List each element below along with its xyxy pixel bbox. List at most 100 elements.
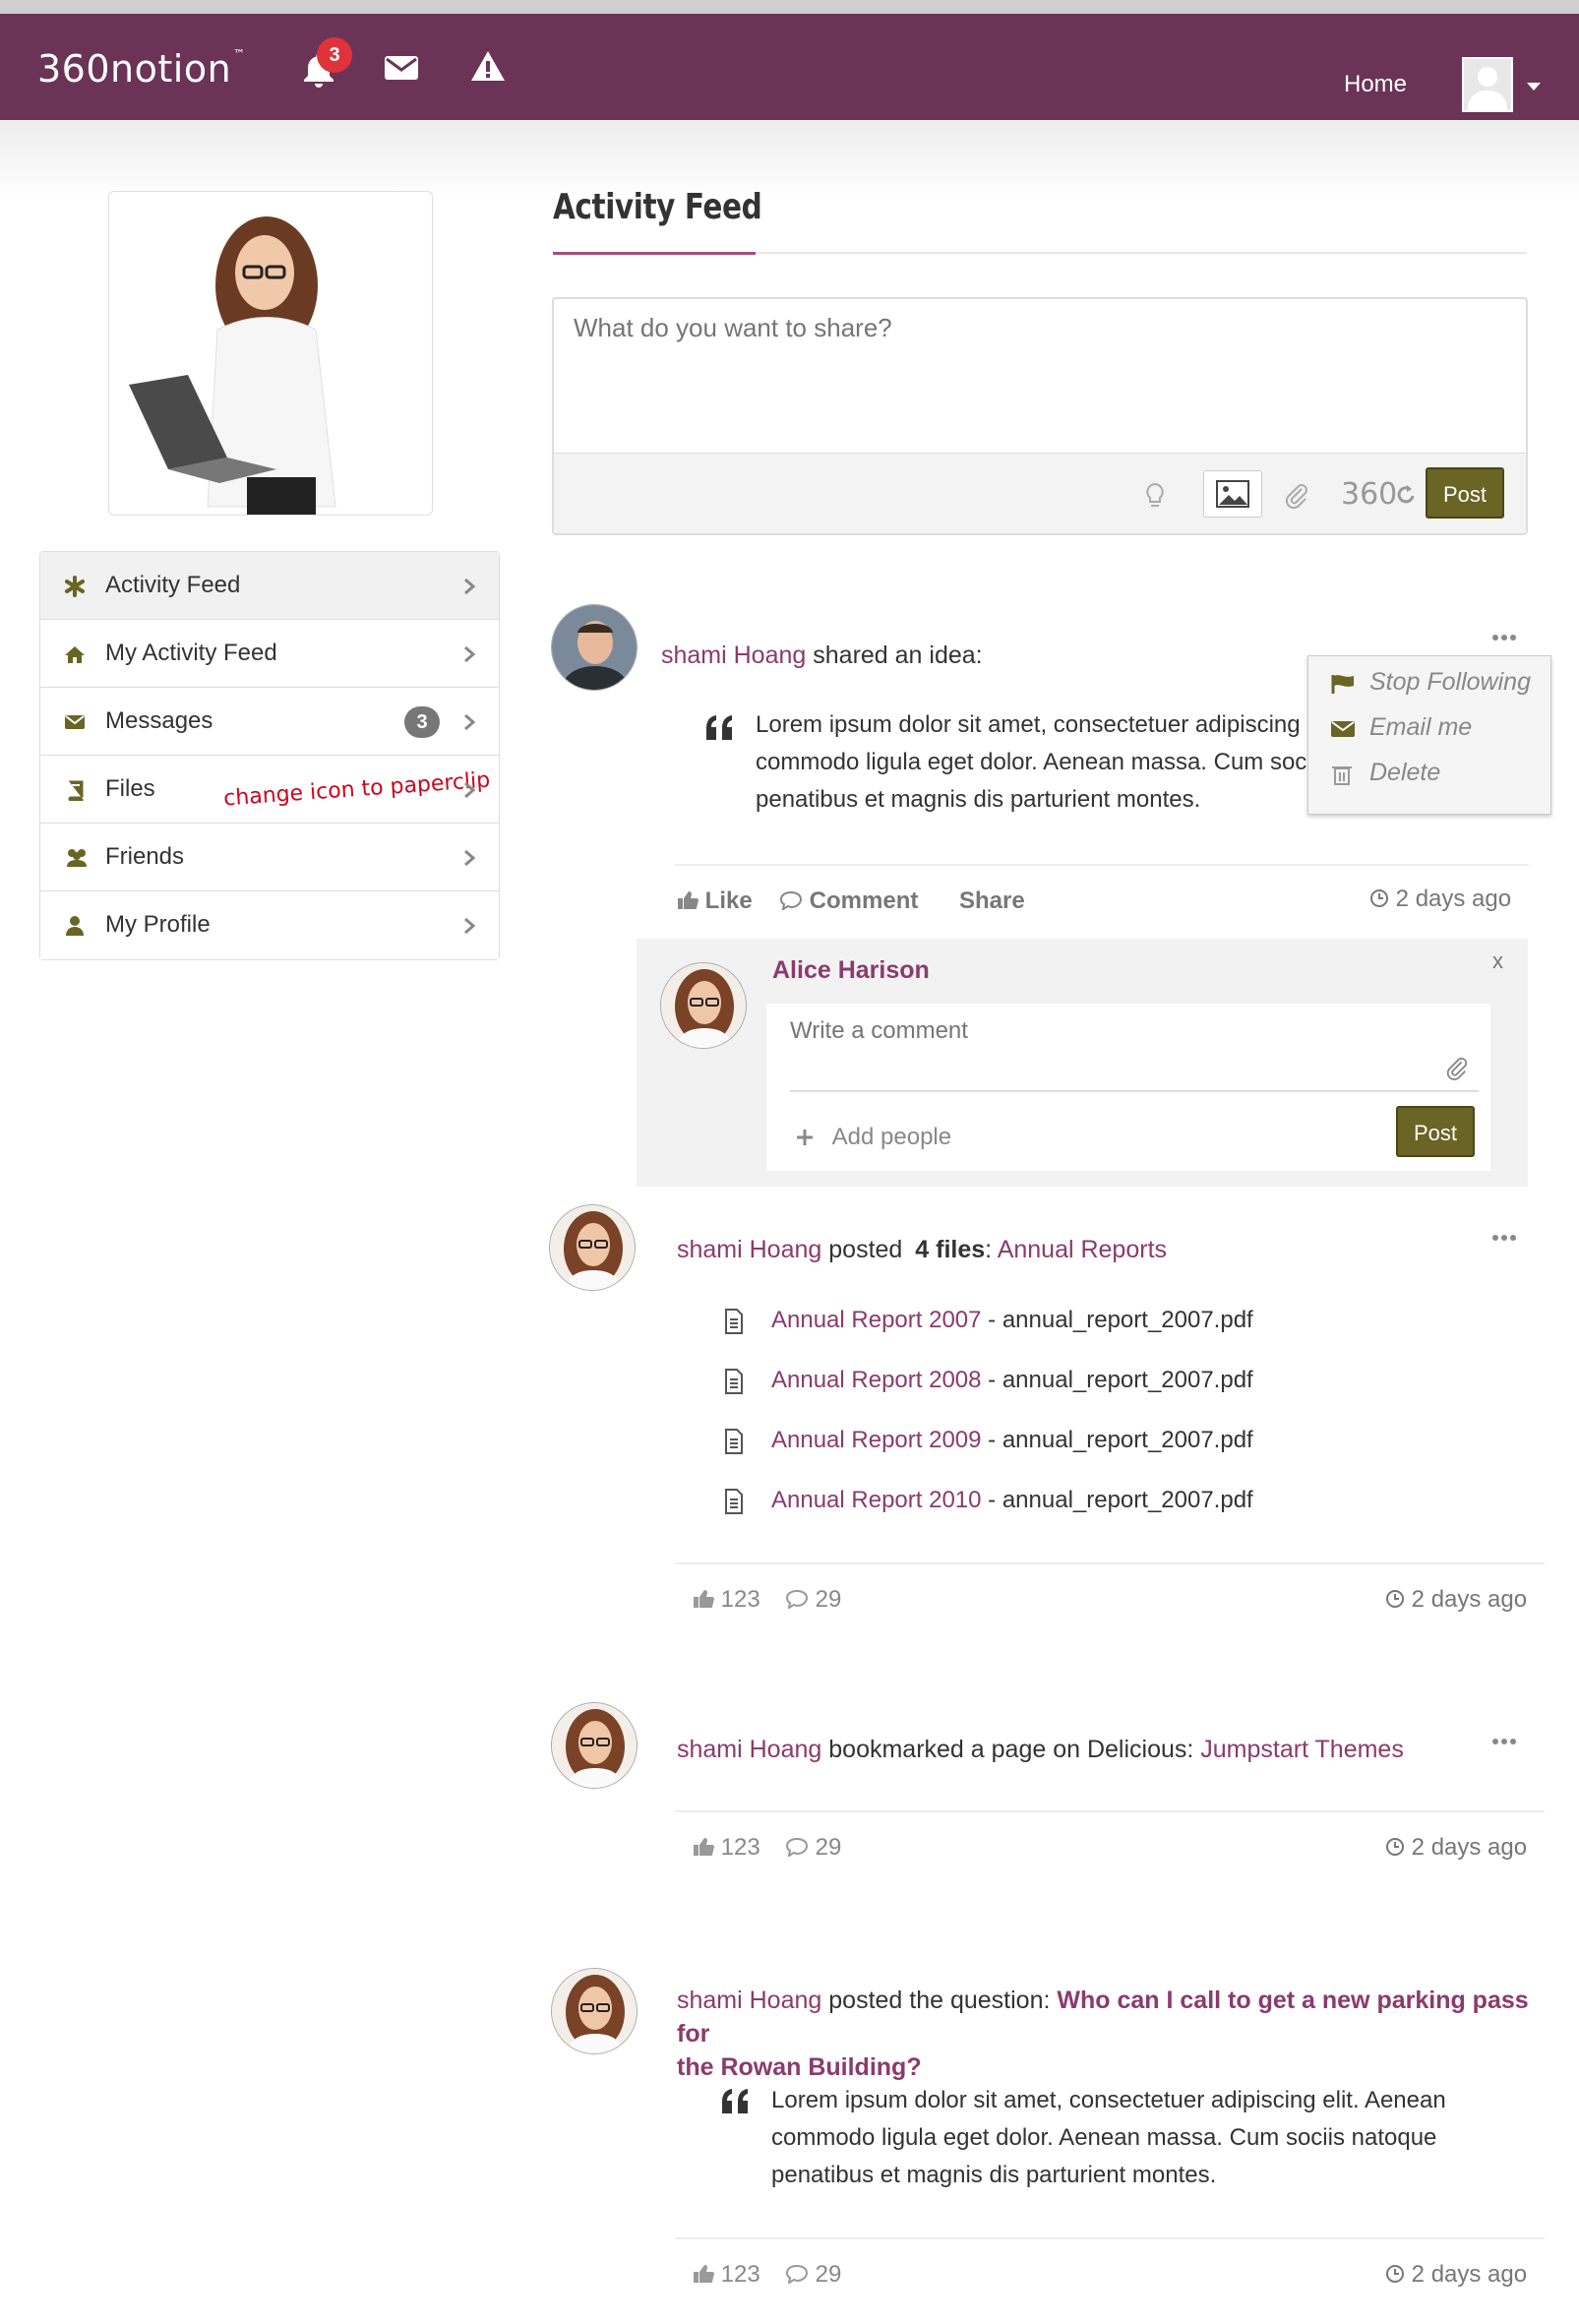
share-button[interactable]: Share [959, 887, 1025, 915]
user-photo-woman [552, 1969, 637, 2053]
nav-home-link[interactable]: Home [1344, 71, 1407, 98]
share-input[interactable] [574, 313, 1498, 343]
comment-icon [785, 1837, 809, 1857]
sidebar-item-messages[interactable]: Messages 3 [40, 688, 499, 756]
image-upload-button[interactable] [1203, 470, 1262, 518]
post-options-menu: Stop Following Email me Delete [1307, 655, 1551, 815]
thumbs-up-icon [694, 1838, 714, 1856]
thumbs-up-icon [678, 891, 698, 909]
post-action-text: bookmarked a page on Delicious: [828, 1736, 1194, 1763]
like-count[interactable]: 123 [693, 1586, 760, 1614]
envelope-icon[interactable] [384, 53, 419, 83]
file-link[interactable]: Annual Report 2010 [771, 1487, 982, 1513]
comment-count-text: 29 [815, 1834, 842, 1861]
book-icon [68, 780, 84, 801]
like-count[interactable]: 123 [693, 1834, 760, 1862]
author-link[interactable]: shami Hoang [677, 1736, 821, 1763]
comment-form: Alice Harison x Add people Post [637, 939, 1528, 1187]
title-accent-bar [553, 252, 756, 255]
author-link[interactable]: shami Hoang [677, 1236, 821, 1263]
post-timestamp: 2 days ago [1385, 1834, 1527, 1862]
paperclip-icon[interactable] [1445, 1055, 1469, 1080]
user-menu-caret-icon[interactable] [1527, 83, 1541, 91]
avatar[interactable] [551, 604, 638, 691]
clock-icon [1386, 1590, 1404, 1608]
sidebar-item-label: Activity Feed [105, 572, 241, 598]
bookmark-link[interactable]: Jumpstart Themes [1200, 1736, 1404, 1763]
comment-count[interactable]: 29 [785, 1834, 841, 1862]
thumbs-up-icon [694, 2265, 714, 2283]
close-comment-button[interactable]: x [1492, 948, 1503, 974]
sidebar-item-my-profile[interactable]: My Profile [40, 891, 499, 959]
notion-share-label: 360 [1341, 477, 1398, 512]
file-link[interactable]: Annual Report 2007 [771, 1307, 982, 1333]
clock-icon [1386, 1838, 1404, 1856]
sidebar-item-my-activity-feed[interactable]: My Activity Feed [40, 620, 499, 688]
chevron-right-icon [464, 781, 475, 799]
post-action-text: posted the question: [828, 1987, 1051, 2014]
post-divider [675, 2237, 1545, 2239]
sidebar-item-activity-feed[interactable]: Activity Feed [40, 552, 499, 620]
comment-button[interactable]: Comment [779, 887, 918, 915]
warning-icon[interactable] [470, 49, 506, 83]
user-photo-woman [550, 1205, 635, 1290]
comment-label: Comment [809, 887, 919, 914]
avatar[interactable] [551, 1968, 638, 2054]
add-people-button[interactable]: Add people [796, 1124, 951, 1151]
header-shadow [0, 120, 1579, 199]
comment-post-button[interactable]: Post [1396, 1106, 1475, 1157]
refresh-icon [1397, 485, 1415, 504]
timestamp-text: 2 days ago [1395, 886, 1512, 912]
sidebar-item-label: Messages [105, 707, 213, 734]
post-button[interactable]: Post [1426, 467, 1504, 519]
profile-photo-image [129, 216, 336, 515]
post-timestamp: 2 days ago [1385, 2261, 1527, 2289]
sidebar-item-friends[interactable]: Friends [40, 824, 499, 891]
quote-icon [722, 2089, 748, 2113]
sidebar-item-label: Files [105, 775, 155, 802]
envelope-icon [1331, 721, 1355, 737]
paperclip-icon[interactable] [1284, 481, 1309, 509]
envelope-icon [65, 715, 85, 729]
messages-count-badge: 3 [404, 706, 440, 738]
like-count[interactable]: 123 [693, 2261, 760, 2289]
avatar[interactable] [549, 1204, 636, 1291]
sidebar-item-label: My Profile [105, 911, 211, 938]
sidebar-item-files[interactable]: Files change icon to paperclip [40, 756, 499, 824]
more-options-icon[interactable] [1491, 1738, 1517, 1745]
thumbs-up-icon [694, 1590, 714, 1608]
comment-count[interactable]: 29 [785, 1586, 841, 1614]
timestamp-text: 2 days ago [1411, 1834, 1528, 1861]
files-count: 4 files [915, 1236, 986, 1263]
more-options-icon[interactable] [1491, 634, 1517, 642]
notion-share-button[interactable]: 360 [1341, 477, 1417, 512]
top-navbar: 360notion ™ 3 Home [0, 14, 1579, 120]
file-link[interactable]: Annual Report 2008 [771, 1367, 982, 1393]
comment-input[interactable] [790, 1017, 1380, 1045]
more-options-icon[interactable] [1491, 1234, 1517, 1242]
comment-divider [790, 1090, 1479, 1092]
file-name: - annual_report_2007.pdf [981, 1307, 1253, 1333]
post-header: shami Hoang bookmarked a page on Delicio… [677, 1736, 1404, 1764]
user-avatar[interactable] [1462, 57, 1513, 112]
menu-item-label: Delete [1369, 759, 1441, 786]
brand-logo[interactable]: 360notion ™ [37, 47, 246, 91]
avatar[interactable] [551, 1702, 638, 1789]
like-button[interactable]: Like [677, 887, 753, 915]
post-action-text: posted [828, 1236, 903, 1263]
asterisk-icon [65, 576, 85, 597]
author-link[interactable]: shami Hoang [677, 1987, 821, 2014]
author-link[interactable]: shami Hoang [661, 642, 806, 669]
comment-author-name: Alice Harison [772, 956, 930, 984]
file-name: - annual_report_2007.pdf [981, 1427, 1253, 1453]
image-icon [1216, 480, 1249, 508]
document-icon [725, 1369, 743, 1394]
document-icon [725, 1309, 743, 1334]
file-link[interactable]: Annual Report 2009 [771, 1427, 982, 1453]
lightbulb-icon[interactable] [1142, 481, 1168, 509]
comment-count[interactable]: 29 [785, 2261, 841, 2289]
collection-link[interactable]: Annual Reports [998, 1236, 1167, 1263]
chevron-right-icon [464, 849, 475, 867]
avatar[interactable] [660, 962, 747, 1049]
post-body: Lorem ipsum dolor sit amet, consectetuer… [771, 2087, 1446, 2188]
